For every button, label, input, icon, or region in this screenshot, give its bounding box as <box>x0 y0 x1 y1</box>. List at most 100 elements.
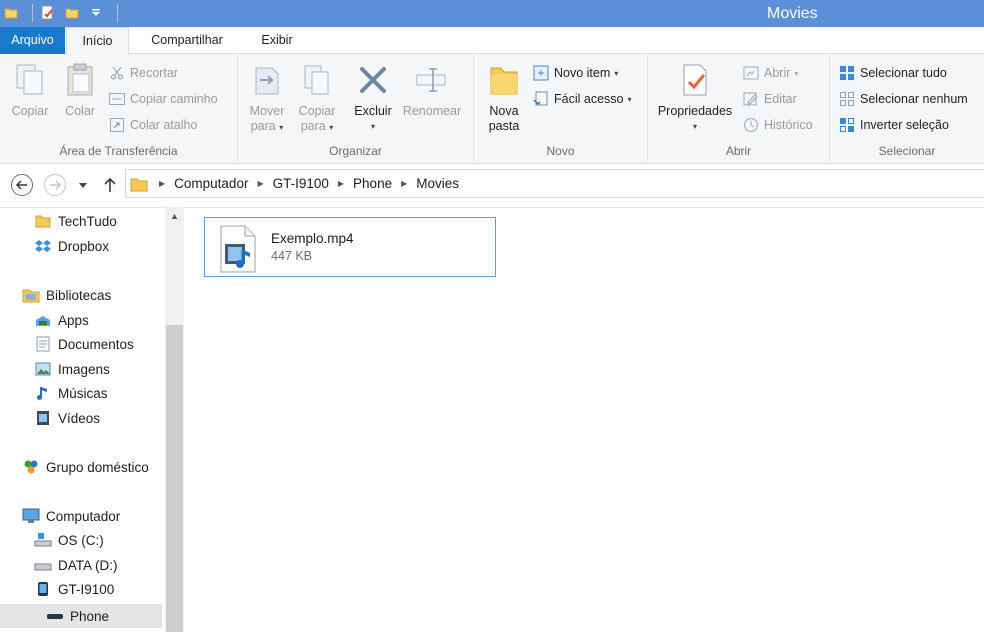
tab-view[interactable]: Exibir <box>251 27 303 54</box>
recent-locations-button[interactable] <box>73 173 93 197</box>
phone-icon <box>34 580 52 598</box>
navigation-pane-scrollbar[interactable]: ▲ <box>165 207 184 632</box>
history-label: Histórico <box>764 118 813 132</box>
new-folder-label-1: Nova <box>489 104 519 118</box>
paste-shortcut-label: Colar atalho <box>130 118 198 132</box>
nav-item-gt-i9100[interactable]: GT-I9100 <box>34 580 114 598</box>
breadcrumb-computer[interactable]: Computador <box>170 176 252 191</box>
up-button[interactable] <box>99 173 121 197</box>
chevron-right-icon[interactable]: ▶ <box>333 179 349 188</box>
apps-icon <box>34 311 52 329</box>
open-group: Propriedades ▾ Abrir ▾ Editar Histórico … <box>648 54 830 162</box>
nav-item-videos[interactable]: Vídeos <box>34 409 100 427</box>
copy-to-button[interactable]: Copiar para ▾ <box>294 60 340 135</box>
select-none-label: Selecionar nenhum <box>860 92 968 106</box>
nav-item-libraries[interactable]: Bibliotecas <box>22 286 111 304</box>
easy-access-button[interactable]: Fácil acesso ▾ <box>532 90 632 108</box>
invert-selection-label: Inverter seleção <box>860 118 949 132</box>
nav-item-pictures[interactable]: Imagens <box>34 360 110 378</box>
pictures-icon <box>34 360 52 378</box>
chevron-right-icon[interactable]: ▶ <box>154 179 170 188</box>
copy-to-icon <box>297 60 337 100</box>
properties-label: Propriedades <box>657 104 733 118</box>
nav-item-apps[interactable]: Apps <box>34 311 89 329</box>
computer-icon <box>22 507 40 525</box>
open-dropdown-icon: ▾ <box>794 68 799 78</box>
title-bar: Movies <box>0 0 984 27</box>
new-folder-button[interactable]: Nova pasta <box>482 60 526 134</box>
navigation-pane: TechTudo Dropbox Bibliotecas Apps Docume… <box>0 207 184 632</box>
history-icon <box>742 116 760 134</box>
customize-toolbar-icon[interactable] <box>87 4 105 22</box>
easy-access-label: Fácil acesso <box>554 92 624 106</box>
nav-item-homegroup[interactable]: Grupo doméstico <box>22 458 149 476</box>
move-to-button[interactable]: Mover para ▾ <box>246 60 288 135</box>
folder-icon <box>34 212 52 230</box>
breadcrumb-gt-i9100[interactable]: GT-I9100 <box>269 176 333 191</box>
storage-icon <box>46 607 64 625</box>
copy-to-label-1: Copiar <box>298 104 336 118</box>
open-label: Abrir <box>764 66 791 80</box>
open-button[interactable]: Abrir ▾ <box>742 64 798 82</box>
edit-button[interactable]: Editar <box>742 90 797 108</box>
paste-button[interactable]: Colar <box>58 60 102 119</box>
tab-file[interactable]: Arquivo <box>0 27 65 54</box>
cut-label: Recortar <box>130 66 178 80</box>
nav-item-music[interactable]: Músicas <box>34 384 108 402</box>
nav-item-dropbox[interactable]: Dropbox <box>34 237 109 255</box>
invert-selection-button[interactable]: Inverter seleção <box>838 116 949 134</box>
new-group-label: Novo <box>546 144 575 158</box>
properties-icon[interactable] <box>39 4 57 22</box>
select-none-button[interactable]: Selecionar nenhum <box>838 90 968 108</box>
nav-item-os-c[interactable]: OS (C:) <box>34 531 104 549</box>
quick-access-toolbar <box>2 4 118 22</box>
new-folder-label-2: pasta <box>488 119 520 133</box>
breadcrumb-phone[interactable]: Phone <box>349 176 396 191</box>
ribbon: Copiar Colar Recortar Copiar caminho Col… <box>0 54 984 164</box>
rename-icon <box>412 60 452 100</box>
cut-button[interactable]: Recortar <box>108 64 178 82</box>
file-item[interactable]: Exemplo.mp4 447 KB <box>204 217 496 277</box>
copy-path-button[interactable]: Copiar caminho <box>108 90 218 108</box>
drive-icon <box>34 556 52 574</box>
select-all-button[interactable]: Selecionar tudo <box>838 64 947 82</box>
history-button[interactable]: Histórico <box>742 116 813 134</box>
forward-button[interactable] <box>43 173 67 197</box>
breadcrumb-movies[interactable]: Movies <box>412 176 463 191</box>
paste-label: Colar <box>65 104 95 118</box>
rename-button[interactable]: Renomear <box>400 60 464 119</box>
paste-shortcut-button[interactable]: Colar atalho <box>108 116 197 134</box>
select-all-icon <box>838 64 856 82</box>
new-folder-icon <box>484 60 524 100</box>
scroll-up-icon[interactable]: ▲ <box>165 211 184 227</box>
new-item-button[interactable]: Novo item ▾ <box>532 64 618 82</box>
back-button[interactable] <box>10 173 34 197</box>
new-group: Nova pasta Novo item ▾ Fácil acesso ▾ No… <box>474 54 648 162</box>
nav-item-data-d[interactable]: DATA (D:) <box>34 556 118 574</box>
file-size: 447 KB <box>271 249 313 263</box>
file-list: Exemplo.mp4 447 KB <box>184 207 984 632</box>
edit-icon <box>742 90 760 108</box>
file-name: Exemplo.mp4 <box>271 231 354 246</box>
scissors-icon <box>108 64 126 82</box>
delete-dropdown-icon[interactable]: ▾ <box>352 119 394 134</box>
tab-share[interactable]: Compartilhar <box>139 27 235 54</box>
properties-dropdown-icon[interactable]: ▾ <box>652 119 738 134</box>
video-file-icon <box>217 224 259 274</box>
nav-item-techtudo[interactable]: TechTudo <box>34 212 117 230</box>
delete-button[interactable]: Excluir ▾ <box>352 60 394 134</box>
scroll-thumb[interactable] <box>166 325 183 632</box>
nav-item-computer[interactable]: Computador <box>22 507 120 525</box>
folder-icon[interactable] <box>2 4 20 22</box>
ribbon-tabs: Arquivo Início Compartilhar Exibir <box>0 27 984 55</box>
copy-icon <box>10 60 50 100</box>
copy-button[interactable]: Copiar <box>6 60 54 119</box>
chevron-right-icon[interactable]: ▶ <box>252 179 268 188</box>
tab-home[interactable]: Início <box>66 27 129 55</box>
nav-item-documents[interactable]: Documentos <box>34 335 134 353</box>
chevron-right-icon[interactable]: ▶ <box>396 179 412 188</box>
nav-item-phone[interactable]: Phone <box>0 604 162 628</box>
address-bar[interactable]: ▶ Computador ▶ GT-I9100 ▶ Phone ▶ Movies <box>125 169 984 198</box>
properties-button[interactable]: Propriedades ▾ <box>652 60 738 134</box>
new-folder-icon[interactable] <box>63 4 81 22</box>
